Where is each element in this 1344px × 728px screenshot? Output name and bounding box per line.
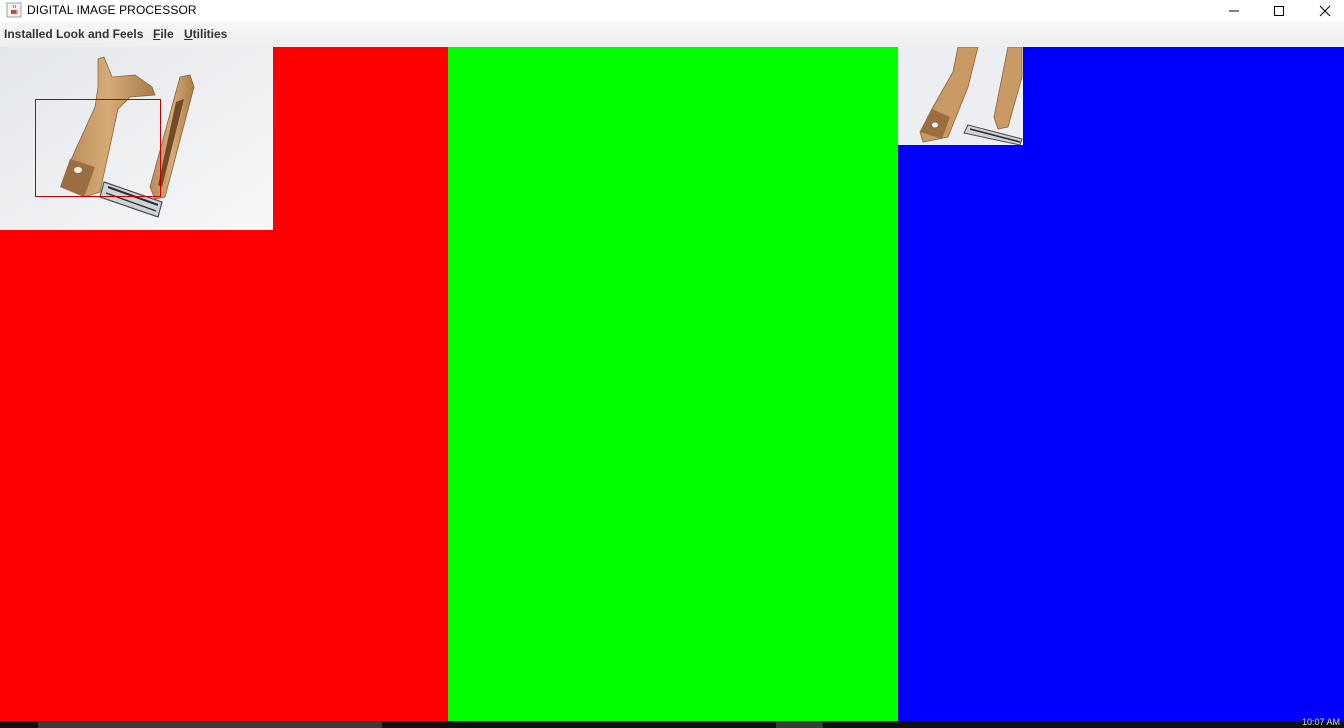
green-channel-panel xyxy=(448,47,898,721)
close-icon xyxy=(1319,5,1331,17)
selection-rectangle[interactable] xyxy=(35,99,161,197)
taskbar: 10:07 AM xyxy=(0,717,1344,728)
cardboard-razor-crop-photo xyxy=(898,47,1023,145)
close-button[interactable] xyxy=(1302,0,1344,22)
java-cup-icon xyxy=(6,2,22,18)
maximize-button[interactable] xyxy=(1256,0,1302,22)
minimize-icon xyxy=(1229,10,1239,12)
menu-file-label-rest: ile xyxy=(160,27,174,41)
menu-installed-look-and-feels[interactable]: Installed Look and Feels xyxy=(4,27,143,41)
blue-channel-panel xyxy=(898,47,1344,721)
menu-utilities[interactable]: Utilities xyxy=(184,27,227,41)
title-bar: DIGITAL IMAGE PROCESSOR xyxy=(0,0,1344,22)
menu-utilities-label-rest: tilities xyxy=(192,27,228,41)
source-image[interactable] xyxy=(0,47,273,230)
menu-file[interactable]: File xyxy=(153,27,174,41)
minimize-button[interactable] xyxy=(1211,0,1257,22)
maximize-icon xyxy=(1274,6,1284,16)
taskbar-clock: 10:07 AM xyxy=(1301,717,1340,727)
window-title: DIGITAL IMAGE PROCESSOR xyxy=(27,3,197,17)
menu-bar: Installed Look and Feels File Utilities xyxy=(0,22,1344,47)
cropped-image xyxy=(898,47,1023,145)
taskbar-app-button[interactable] xyxy=(776,721,823,728)
taskbar-app-button[interactable] xyxy=(38,721,382,728)
menu-utilities-mnemonic: U xyxy=(184,27,193,41)
